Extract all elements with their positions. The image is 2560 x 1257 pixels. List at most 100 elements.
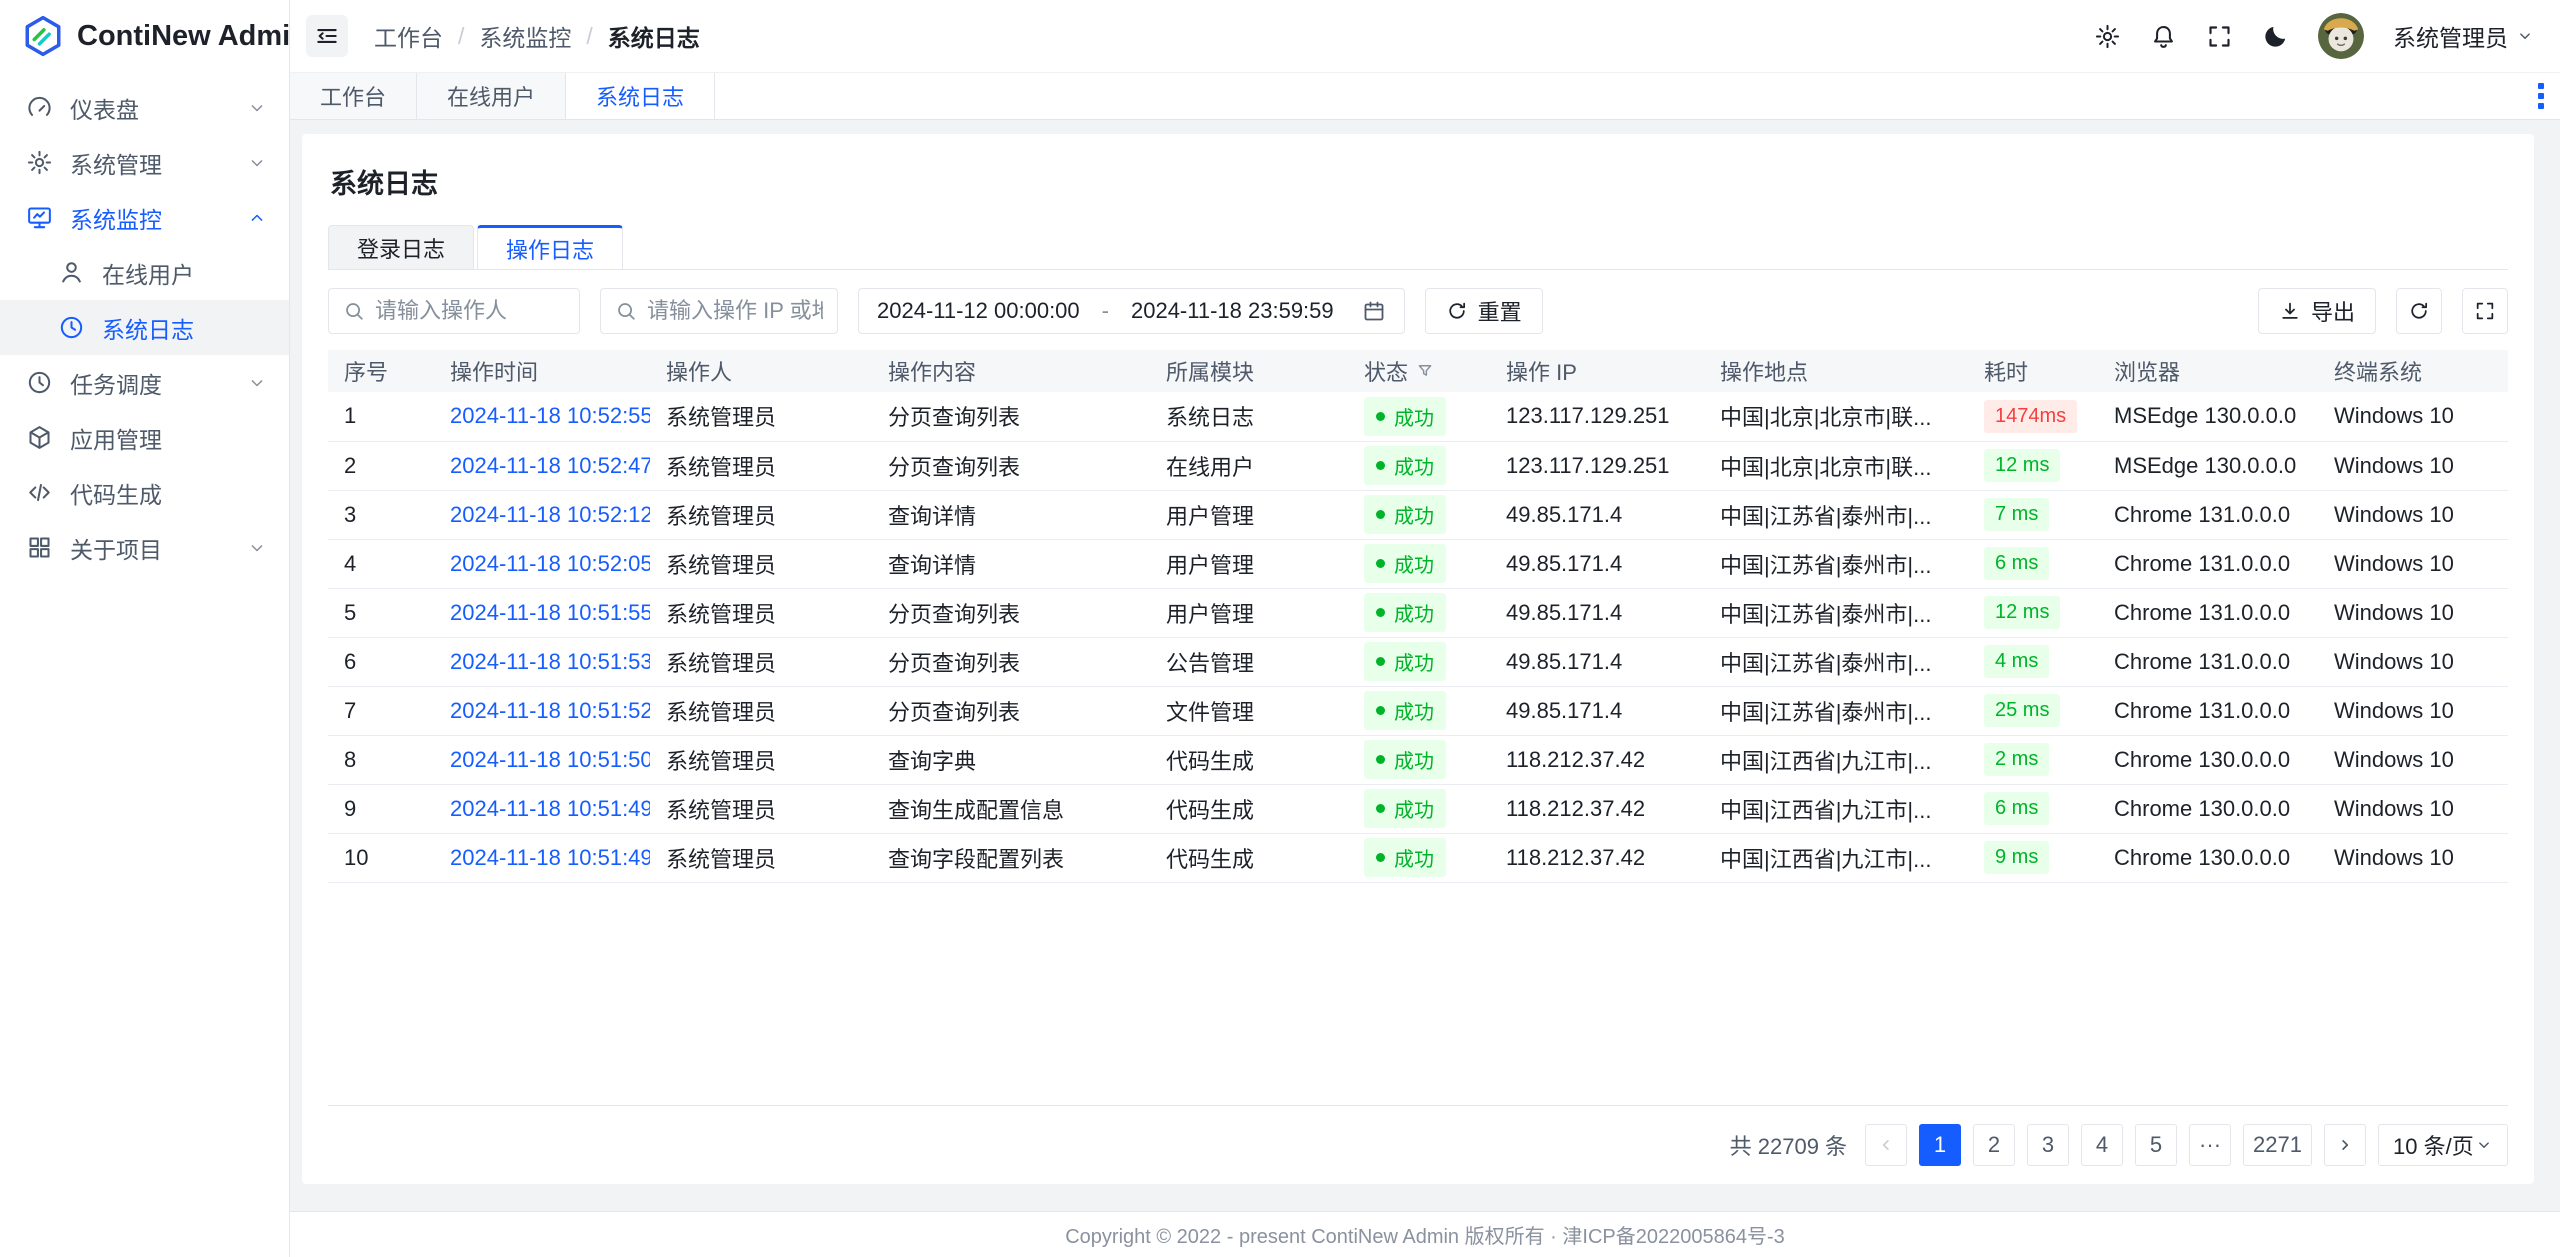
table-row[interactable]: 6 2024-11-18 10:51:53 系统管理员 分页查询列表 公告管理 … bbox=[328, 637, 2508, 686]
sidebar: ContiNew Admin 仪表盘 系统管理 系统监控 在线用户 bbox=[0, 0, 290, 1257]
chevron-left-icon bbox=[1877, 1136, 1895, 1154]
sidebar-item-online-users[interactable]: 在线用户 bbox=[0, 245, 289, 300]
table-fullscreen-button[interactable] bbox=[2462, 288, 2508, 334]
status-badge: 成功 bbox=[1364, 397, 1446, 436]
status-badge: 成功 bbox=[1364, 446, 1446, 485]
cell-index: 6 bbox=[328, 637, 434, 686]
pagination-ellipsis-button[interactable]: ··· bbox=[2189, 1124, 2231, 1166]
table-row[interactable]: 2 2024-11-18 10:52:47 系统管理员 分页查询列表 在线用户 … bbox=[328, 441, 2508, 490]
user-menu[interactable]: 系统管理员 bbox=[2393, 19, 2534, 53]
cell-duration: 12 ms bbox=[1968, 441, 2098, 490]
cell-os: Windows 10 bbox=[2318, 392, 2508, 441]
column-header-location: 操作地点 bbox=[1704, 350, 1968, 392]
table-row[interactable]: 4 2024-11-18 10:52:05 系统管理员 查询详情 用户管理 成功… bbox=[328, 539, 2508, 588]
footer: Copyright © 2022 - present ContiNew Admi… bbox=[290, 1211, 2560, 1257]
operation-time-link[interactable]: 2024-11-18 10:52:47 bbox=[450, 453, 650, 478]
app-title: ContiNew Admin bbox=[77, 20, 308, 53]
date-range-picker[interactable]: 2024-11-12 00:00:00 - 2024-11-18 23:59:5… bbox=[858, 288, 1405, 334]
operation-time-link[interactable]: 2024-11-18 10:51:53 bbox=[450, 649, 650, 674]
cell-ip: 49.85.171.4 bbox=[1490, 686, 1704, 735]
filter-funnel-icon[interactable] bbox=[1416, 362, 1434, 380]
sidebar-item-code-generation[interactable]: 代码生成 bbox=[0, 465, 289, 520]
operation-time-link[interactable]: 2024-11-18 10:52:05 bbox=[450, 551, 650, 576]
sidebar-item-system-log[interactable]: 系统日志 bbox=[0, 300, 289, 355]
sidebar-item-task-schedule[interactable]: 任务调度 bbox=[0, 355, 289, 410]
tab-login-log[interactable]: 登录日志 bbox=[328, 225, 474, 269]
ip-search-input[interactable] bbox=[647, 298, 823, 324]
sidebar-item-dashboard[interactable]: 仪表盘 bbox=[0, 80, 289, 135]
operation-time-link[interactable]: 2024-11-18 10:52:55 bbox=[450, 403, 650, 428]
pagination-page-button[interactable]: 2271 bbox=[2243, 1124, 2312, 1166]
sidebar-item-about-project[interactable]: 关于项目 bbox=[0, 520, 289, 575]
logo[interactable]: ContiNew Admin bbox=[0, 0, 289, 72]
cell-content: 查询字典 bbox=[872, 735, 1150, 784]
tab-system-log[interactable]: 系统日志 bbox=[566, 73, 715, 119]
cell-operator: 系统管理员 bbox=[650, 441, 872, 490]
export-button[interactable]: 导出 bbox=[2258, 288, 2376, 334]
tabbar-more-button[interactable] bbox=[2538, 73, 2560, 119]
collapse-sidebar-button[interactable] bbox=[306, 15, 348, 57]
table-row[interactable]: 7 2024-11-18 10:51:52 系统管理员 分页查询列表 文件管理 … bbox=[328, 686, 2508, 735]
pagination-page-button[interactable]: 2 bbox=[1973, 1124, 2015, 1166]
avatar[interactable] bbox=[2318, 13, 2364, 59]
table-row[interactable]: 5 2024-11-18 10:51:55 系统管理员 分页查询列表 用户管理 … bbox=[328, 588, 2508, 637]
fullscreen-icon[interactable] bbox=[2206, 23, 2233, 50]
pagination-prev-button[interactable] bbox=[1865, 1124, 1907, 1166]
tab-online-users[interactable]: 在线用户 bbox=[417, 73, 566, 119]
cell-operator: 系统管理员 bbox=[650, 637, 872, 686]
breadcrumb-item[interactable]: 系统监控 bbox=[479, 19, 571, 53]
code-icon bbox=[26, 479, 53, 506]
duration-badge: 12 ms bbox=[1984, 596, 2060, 629]
sidebar-item-system-monitor[interactable]: 系统监控 bbox=[0, 190, 289, 245]
fullscreen-icon bbox=[2474, 300, 2496, 322]
table-row[interactable]: 1 2024-11-18 10:52:55 系统管理员 分页查询列表 系统日志 … bbox=[328, 392, 2508, 441]
dark-mode-moon-icon[interactable] bbox=[2262, 23, 2289, 50]
breadcrumb-item[interactable]: 工作台 bbox=[374, 19, 443, 53]
status-dot-icon bbox=[1376, 608, 1385, 617]
cell-location: 中国|江苏省|泰州市|... bbox=[1704, 588, 1968, 637]
pagination-page-button[interactable]: 4 bbox=[2081, 1124, 2123, 1166]
operation-time-link[interactable]: 2024-11-18 10:51:49 bbox=[450, 845, 650, 870]
operation-time-link[interactable]: 2024-11-18 10:51:52 bbox=[450, 698, 650, 723]
cell-status: 成功 bbox=[1348, 735, 1490, 784]
sidebar-item-system-management[interactable]: 系统管理 bbox=[0, 135, 289, 190]
gear-icon bbox=[26, 149, 53, 176]
cell-index: 1 bbox=[328, 392, 434, 441]
chevron-down-icon bbox=[247, 98, 267, 118]
table-row[interactable]: 8 2024-11-18 10:51:50 系统管理员 查询字典 代码生成 成功… bbox=[328, 735, 2508, 784]
clock-icon bbox=[26, 369, 53, 396]
operation-time-link[interactable]: 2024-11-18 10:51:49 bbox=[450, 796, 650, 821]
cell-status: 成功 bbox=[1348, 539, 1490, 588]
cell-module: 代码生成 bbox=[1150, 833, 1348, 882]
operator-search-input[interactable] bbox=[375, 298, 565, 324]
tab-workbench[interactable]: 工作台 bbox=[290, 73, 417, 119]
cell-module: 代码生成 bbox=[1150, 735, 1348, 784]
cell-browser: Chrome 130.0.0.0 bbox=[2098, 784, 2318, 833]
reset-button[interactable]: 重置 bbox=[1425, 288, 1543, 334]
operation-time-link[interactable]: 2024-11-18 10:52:12 bbox=[450, 502, 650, 527]
operation-time-link[interactable]: 2024-11-18 10:51:50 bbox=[450, 747, 650, 772]
cell-index: 10 bbox=[328, 833, 434, 882]
table-row[interactable]: 10 2024-11-18 10:51:49 系统管理员 查询字段配置列表 代码… bbox=[328, 833, 2508, 882]
table-row[interactable]: 3 2024-11-18 10:52:12 系统管理员 查询详情 用户管理 成功… bbox=[328, 490, 2508, 539]
cell-status: 成功 bbox=[1348, 441, 1490, 490]
tab-operation-log[interactable]: 操作日志 bbox=[477, 225, 623, 269]
column-header-operator: 操作人 bbox=[650, 350, 872, 392]
duration-badge: 1474ms bbox=[1984, 400, 2077, 433]
operation-time-link[interactable]: 2024-11-18 10:51:55 bbox=[450, 600, 650, 625]
table-row[interactable]: 9 2024-11-18 10:51:49 系统管理员 查询生成配置信息 代码生… bbox=[328, 784, 2508, 833]
pagination-page-button[interactable]: 3 bbox=[2027, 1124, 2069, 1166]
date-range-start: 2024-11-12 00:00:00 bbox=[877, 298, 1080, 324]
sidebar-item-app-management[interactable]: 应用管理 bbox=[0, 410, 289, 465]
settings-icon[interactable] bbox=[2094, 23, 2121, 50]
page-size-select[interactable]: 10 条/页 bbox=[2378, 1124, 2508, 1166]
cell-status: 成功 bbox=[1348, 392, 1490, 441]
chevron-down-icon bbox=[247, 153, 267, 173]
refresh-table-button[interactable] bbox=[2396, 288, 2442, 334]
pagination-page-button[interactable]: 5 bbox=[2135, 1124, 2177, 1166]
cell-status: 成功 bbox=[1348, 686, 1490, 735]
cell-browser: Chrome 131.0.0.0 bbox=[2098, 588, 2318, 637]
pagination-page-button[interactable]: 1 bbox=[1919, 1124, 1961, 1166]
notification-bell-icon[interactable] bbox=[2150, 23, 2177, 50]
pagination-next-button[interactable] bbox=[2324, 1124, 2366, 1166]
